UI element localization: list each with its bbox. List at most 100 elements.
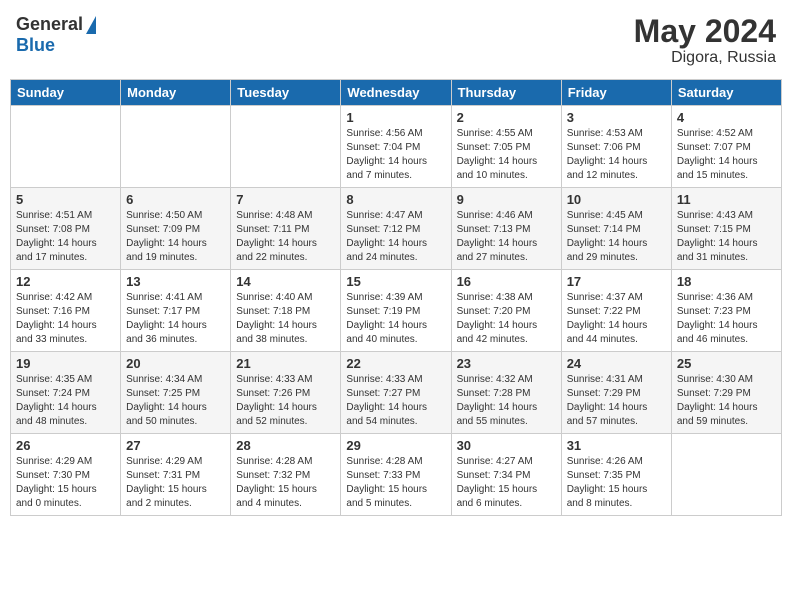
day-info: Sunrise: 4:48 AM Sunset: 7:11 PM Dayligh… xyxy=(236,209,335,265)
calendar-cell: 4 Sunrise: 4:52 AM Sunset: 7:07 PM Daylig… xyxy=(671,106,781,188)
day-number: 5 xyxy=(16,192,115,207)
calendar-cell: 17Sunrise: 4:37 AM Sunset: 7:22 PM Dayli… xyxy=(561,270,671,352)
calendar-cell: 1Sunrise: 4:56 AM Sunset: 7:04 PM Daylig… xyxy=(341,106,451,188)
calendar-cell: 6 Sunrise: 4:50 AM Sunset: 7:09 PM Daylig… xyxy=(121,188,231,270)
day-info: Sunrise: 4:26 AM Sunset: 7:35 PM Dayligh… xyxy=(567,455,666,511)
weekday-header-monday: Monday xyxy=(121,80,231,106)
day-number: 22 xyxy=(346,356,445,371)
calendar-cell: 10 Sunrise: 4:45 AM Sunset: 7:14 PM Dayli… xyxy=(561,188,671,270)
day-info: Sunrise: 4:55 AM Sunset: 7:05 PM Dayligh… xyxy=(457,127,556,183)
day-info: Sunrise: 4:29 AM Sunset: 7:30 PM Dayligh… xyxy=(16,455,115,511)
calendar-cell: 19 Sunrise: 4:35 AM Sunset: 7:24 PM Dayli… xyxy=(11,352,121,434)
day-number: 28 xyxy=(236,438,335,453)
weekday-header-tuesday: Tuesday xyxy=(231,80,341,106)
calendar-cell: 24 Sunrise: 4:31 AM Sunset: 7:29 PM Dayli… xyxy=(561,352,671,434)
calendar-cell: 8 Sunrise: 4:47 AM Sunset: 7:12 PM Daylig… xyxy=(341,188,451,270)
logo-triangle-icon xyxy=(86,16,96,34)
day-number: 18 xyxy=(677,274,776,289)
day-info: Sunrise: 4:36 AM Sunset: 7:23 PM Dayligh… xyxy=(677,291,776,347)
day-number: 11 xyxy=(677,192,776,207)
day-number: 9 xyxy=(457,192,556,207)
calendar-cell: 30 Sunrise: 4:27 AM Sunset: 7:34 PM Dayli… xyxy=(451,434,561,516)
day-info: Sunrise: 4:28 AM Sunset: 7:33 PM Dayligh… xyxy=(346,455,445,511)
day-info: Sunrise: 4:33 AM Sunset: 7:27 PM Dayligh… xyxy=(346,373,445,429)
day-number: 25 xyxy=(677,356,776,371)
day-info: Sunrise: 4:43 AM Sunset: 7:15 PM Dayligh… xyxy=(677,209,776,265)
month-year-title: May 2024 xyxy=(634,14,776,49)
day-info: Sunrise: 4:32 AM Sunset: 7:28 PM Dayligh… xyxy=(457,373,556,429)
day-info: Sunrise: 4:40 AM Sunset: 7:18 PM Dayligh… xyxy=(236,291,335,347)
calendar-week-row: 1Sunrise: 4:56 AM Sunset: 7:04 PM Daylig… xyxy=(11,106,782,188)
calendar-cell: 23 Sunrise: 4:32 AM Sunset: 7:28 PM Dayli… xyxy=(451,352,561,434)
day-info: Sunrise: 4:50 AM Sunset: 7:09 PM Dayligh… xyxy=(126,209,225,265)
day-number: 19 xyxy=(16,356,115,371)
weekday-header-wednesday: Wednesday xyxy=(341,80,451,106)
logo-general: General xyxy=(16,14,83,35)
day-number: 6 xyxy=(126,192,225,207)
day-number: 15 xyxy=(346,274,445,289)
weekday-header-saturday: Saturday xyxy=(671,80,781,106)
weekday-header-row: SundayMondayTuesdayWednesdayThursdayFrid… xyxy=(11,80,782,106)
day-number: 31 xyxy=(567,438,666,453)
calendar-cell: 13 Sunrise: 4:41 AM Sunset: 7:17 PM Dayli… xyxy=(121,270,231,352)
day-info: Sunrise: 4:52 AM Sunset: 7:07 PM Dayligh… xyxy=(677,127,776,183)
day-number: 26 xyxy=(16,438,115,453)
calendar-cell: 16 Sunrise: 4:38 AM Sunset: 7:20 PM Dayli… xyxy=(451,270,561,352)
weekday-header-thursday: Thursday xyxy=(451,80,561,106)
day-info: Sunrise: 4:29 AM Sunset: 7:31 PM Dayligh… xyxy=(126,455,225,511)
day-info: Sunrise: 4:46 AM Sunset: 7:13 PM Dayligh… xyxy=(457,209,556,265)
title-block: May 2024 Digora, Russia xyxy=(634,14,776,67)
day-number: 12 xyxy=(16,274,115,289)
weekday-header-friday: Friday xyxy=(561,80,671,106)
day-number: 24 xyxy=(567,356,666,371)
day-info: Sunrise: 4:45 AM Sunset: 7:14 PM Dayligh… xyxy=(567,209,666,265)
calendar-cell: 11 Sunrise: 4:43 AM Sunset: 7:15 PM Dayli… xyxy=(671,188,781,270)
day-info: Sunrise: 4:33 AM Sunset: 7:26 PM Dayligh… xyxy=(236,373,335,429)
calendar-cell xyxy=(121,106,231,188)
day-number: 4 xyxy=(677,110,776,125)
calendar-cell: 2Sunrise: 4:55 AM Sunset: 7:05 PM Daylig… xyxy=(451,106,561,188)
day-number: 30 xyxy=(457,438,556,453)
calendar-cell: 27 Sunrise: 4:29 AM Sunset: 7:31 PM Dayli… xyxy=(121,434,231,516)
day-number: 23 xyxy=(457,356,556,371)
calendar-cell: 28 Sunrise: 4:28 AM Sunset: 7:32 PM Dayli… xyxy=(231,434,341,516)
day-number: 27 xyxy=(126,438,225,453)
calendar-cell: 3Sunrise: 4:53 AM Sunset: 7:06 PM Daylig… xyxy=(561,106,671,188)
calendar-cell: 15 Sunrise: 4:39 AM Sunset: 7:19 PM Dayli… xyxy=(341,270,451,352)
day-info: Sunrise: 4:39 AM Sunset: 7:19 PM Dayligh… xyxy=(346,291,445,347)
day-info: Sunrise: 4:47 AM Sunset: 7:12 PM Dayligh… xyxy=(346,209,445,265)
day-info: Sunrise: 4:30 AM Sunset: 7:29 PM Dayligh… xyxy=(677,373,776,429)
calendar-cell: 7Sunrise: 4:48 AM Sunset: 7:11 PM Daylig… xyxy=(231,188,341,270)
calendar-week-row: 12Sunrise: 4:42 AM Sunset: 7:16 PM Dayli… xyxy=(11,270,782,352)
day-number: 21 xyxy=(236,356,335,371)
calendar-cell xyxy=(231,106,341,188)
calendar-cell: 18 Sunrise: 4:36 AM Sunset: 7:23 PM Dayli… xyxy=(671,270,781,352)
day-number: 16 xyxy=(457,274,556,289)
calendar-week-row: 5Sunrise: 4:51 AM Sunset: 7:08 PM Daylig… xyxy=(11,188,782,270)
logo: General Blue xyxy=(16,14,96,56)
calendar-cell: 26 Sunrise: 4:29 AM Sunset: 7:30 PM Dayli… xyxy=(11,434,121,516)
day-info: Sunrise: 4:28 AM Sunset: 7:32 PM Dayligh… xyxy=(236,455,335,511)
page-header: General Blue May 2024 Digora, Russia xyxy=(10,10,782,71)
day-number: 29 xyxy=(346,438,445,453)
day-number: 14 xyxy=(236,274,335,289)
day-info: Sunrise: 4:38 AM Sunset: 7:20 PM Dayligh… xyxy=(457,291,556,347)
calendar-cell: 29 Sunrise: 4:28 AM Sunset: 7:33 PM Dayli… xyxy=(341,434,451,516)
calendar-cell: 21 Sunrise: 4:33 AM Sunset: 7:26 PM Dayli… xyxy=(231,352,341,434)
day-info: Sunrise: 4:27 AM Sunset: 7:34 PM Dayligh… xyxy=(457,455,556,511)
day-number: 8 xyxy=(346,192,445,207)
calendar-week-row: 26 Sunrise: 4:29 AM Sunset: 7:30 PM Dayli… xyxy=(11,434,782,516)
day-number: 13 xyxy=(126,274,225,289)
calendar-cell xyxy=(671,434,781,516)
day-info: Sunrise: 4:35 AM Sunset: 7:24 PM Dayligh… xyxy=(16,373,115,429)
day-info: Sunrise: 4:41 AM Sunset: 7:17 PM Dayligh… xyxy=(126,291,225,347)
day-info: Sunrise: 4:31 AM Sunset: 7:29 PM Dayligh… xyxy=(567,373,666,429)
calendar-cell: 22 Sunrise: 4:33 AM Sunset: 7:27 PM Dayli… xyxy=(341,352,451,434)
day-info: Sunrise: 4:34 AM Sunset: 7:25 PM Dayligh… xyxy=(126,373,225,429)
day-number: 10 xyxy=(567,192,666,207)
calendar-cell: 12Sunrise: 4:42 AM Sunset: 7:16 PM Dayli… xyxy=(11,270,121,352)
day-number: 1 xyxy=(346,110,445,125)
calendar-table: SundayMondayTuesdayWednesdayThursdayFrid… xyxy=(10,79,782,516)
calendar-cell: 31 Sunrise: 4:26 AM Sunset: 7:35 PM Dayli… xyxy=(561,434,671,516)
calendar-cell: 5Sunrise: 4:51 AM Sunset: 7:08 PM Daylig… xyxy=(11,188,121,270)
